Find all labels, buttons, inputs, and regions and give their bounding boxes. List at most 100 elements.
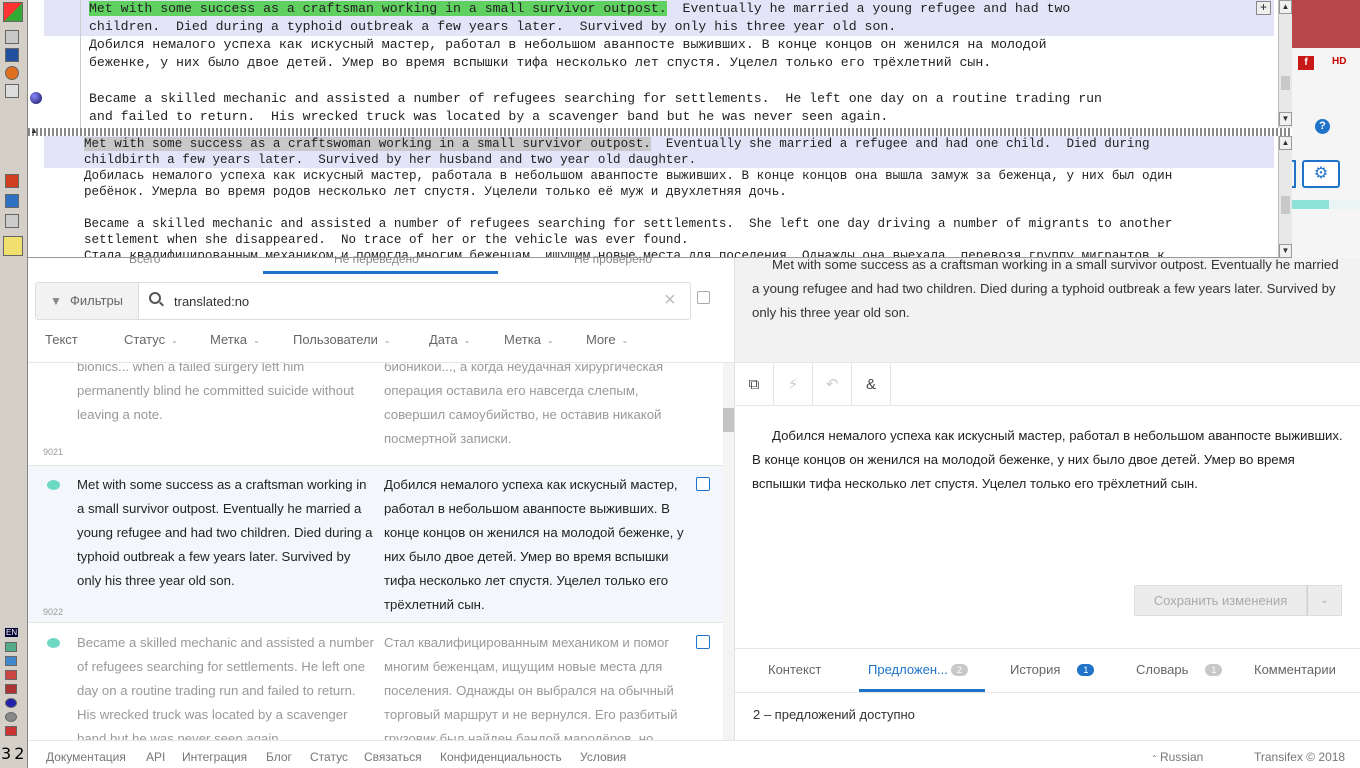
facet-date[interactable]: Дата ⌄ xyxy=(429,332,471,347)
button-edge[interactable] xyxy=(1292,160,1296,188)
copy-source-icon[interactable]: ⧉ xyxy=(735,363,774,406)
facet-text[interactable]: Текст xyxy=(45,332,78,347)
facet-tag[interactable]: Метка ⌄ xyxy=(210,332,260,347)
tab-suggestions[interactable]: Предложен... 2 xyxy=(868,662,968,677)
tab-unreviewed[interactable]: Не проверено xyxy=(574,256,652,266)
save-icon[interactable] xyxy=(5,48,19,62)
editor-bottom-pane[interactable]: Met with some success as a craftswoman w… xyxy=(28,136,1292,257)
network-icon[interactable] xyxy=(5,194,19,208)
facet-more[interactable]: More ⌄ xyxy=(586,332,628,347)
settings-gear-icon[interactable]: ⚙ xyxy=(1302,160,1340,188)
app-icon[interactable] xyxy=(5,30,19,44)
scroll-down-icon[interactable]: ▼ xyxy=(1279,112,1292,126)
source-string: Met with some success as a craftsman wor… xyxy=(77,477,373,588)
editor-top-pane[interactable]: Met with some success as a craftsman wor… xyxy=(28,0,1292,128)
list-item[interactable]: Became a skilled mechanic and assisted a… xyxy=(28,624,723,740)
tab-glossary[interactable]: Словарь 1 xyxy=(1136,662,1223,677)
editor-line: Met with some success as a craftswoman w… xyxy=(84,136,1150,152)
document-icon[interactable] xyxy=(5,84,19,98)
editor-bottom-scrollbar[interactable]: ▲ ▼ xyxy=(1278,136,1292,257)
string-detail-panel: Met with some success as a craftsman wor… xyxy=(734,257,1360,740)
editor-top-scrollbar[interactable]: ▲ ▼ xyxy=(1278,0,1292,128)
translation-editor[interactable]: Добился немалого успеха как искусный мас… xyxy=(752,424,1347,496)
taskbar: EN 3 2 xyxy=(0,0,28,768)
footer-link-contact[interactable]: Связаться xyxy=(364,750,422,764)
lightning-icon[interactable]: ⚡ xyxy=(774,363,813,406)
tray-icon[interactable] xyxy=(5,698,17,708)
footer-link-privacy[interactable]: Конфиденциальность xyxy=(440,750,562,764)
filters-button[interactable]: ▼ Фильтры xyxy=(36,283,139,319)
search-icon xyxy=(149,292,161,304)
notes-icon[interactable] xyxy=(3,236,23,256)
language-label: Russian xyxy=(1159,750,1204,764)
line-text: and failed to return. His wrecked truck … xyxy=(89,109,889,124)
tab-context[interactable]: Контекст xyxy=(768,662,821,677)
facet-tag-2[interactable]: Метка ⌄ xyxy=(504,332,554,347)
translation-string: Добился немалого успеха как искусный мас… xyxy=(384,477,684,612)
firefox-icon[interactable] xyxy=(5,66,19,80)
facet-label: Метка xyxy=(210,332,247,347)
clear-search-icon[interactable]: × xyxy=(664,289,676,311)
row-checkbox[interactable] xyxy=(696,477,710,491)
text-editor-icon[interactable] xyxy=(5,214,19,228)
tray-icon[interactable] xyxy=(5,726,17,736)
select-all-checkbox[interactable] xyxy=(697,291,710,304)
clock[interactable]: 3 2 xyxy=(1,744,27,763)
facet-users[interactable]: Пользователи ⌄ xyxy=(293,332,391,347)
row-checkbox[interactable] xyxy=(696,635,710,649)
pane-splitter[interactable] xyxy=(28,128,1292,136)
tray-icon[interactable] xyxy=(5,670,17,680)
text-editor[interactable]: Met with some success as a craftsman wor… xyxy=(28,0,1292,258)
tray-icon[interactable] xyxy=(5,712,17,722)
special-chars-icon[interactable]: & xyxy=(852,363,891,406)
editor-line: settlement when she disappeared. No trac… xyxy=(84,232,689,248)
save-options-chevron-icon[interactable]: ⌄ xyxy=(1307,585,1342,616)
string-id: 9021 xyxy=(43,447,64,457)
translation-string: Стал квалифицированным механиком и помог… xyxy=(384,635,678,740)
translation-string: бионикой..., а когда неудачная хирургиче… xyxy=(384,363,664,446)
facet-label: Текст xyxy=(45,332,78,347)
tab-all[interactable]: Всего xyxy=(129,256,160,266)
facet-label: More xyxy=(586,332,616,347)
facet-label: Статус xyxy=(124,332,166,347)
tray-icon[interactable] xyxy=(5,684,17,694)
footer-link-terms[interactable]: Условия xyxy=(580,750,626,764)
undo-icon[interactable]: ↶ xyxy=(813,363,852,406)
flash-icon[interactable]: f xyxy=(1298,56,1314,70)
footer-link-api[interactable]: API xyxy=(146,750,165,764)
footer-link-integration[interactable]: Интеграция xyxy=(182,750,247,764)
history-count-badge: 1 xyxy=(1077,664,1095,676)
browser-icon[interactable] xyxy=(5,174,19,188)
keyboard-layout-indicator[interactable]: EN xyxy=(5,628,19,637)
bookmark-marker-icon[interactable] xyxy=(30,92,42,104)
scroll-up-icon[interactable]: ▲ xyxy=(1279,0,1292,14)
language-selector[interactable]: ⌃ Russian xyxy=(1151,750,1203,764)
tray-icon[interactable] xyxy=(5,656,17,666)
list-item[interactable]: Met with some success as a craftsman wor… xyxy=(28,466,723,623)
editor-line: беженке, у них было двое детей. Умер во … xyxy=(89,54,991,72)
selected-text: Met with some success as a craftsman wor… xyxy=(89,1,667,16)
save-changes-button[interactable]: Сохранить изменения xyxy=(1134,585,1307,616)
scroll-up-icon[interactable]: ▲ xyxy=(1279,136,1292,150)
scrollbar-thumb[interactable] xyxy=(1281,196,1290,214)
help-icon[interactable]: ? xyxy=(1315,119,1330,134)
plus-button[interactable]: + xyxy=(1256,1,1271,15)
editor-line: and failed to return. His wrecked truck … xyxy=(89,108,888,126)
chevron-down-icon: ⌄ xyxy=(621,336,629,346)
start-icon[interactable] xyxy=(3,2,23,22)
footer-link-blog[interactable]: Блог xyxy=(266,750,292,764)
facet-status[interactable]: Статус ⌄ xyxy=(124,332,178,347)
list-item[interactable]: bionics... when a failed surgery left hi… xyxy=(28,363,723,466)
hd-icon[interactable]: HD xyxy=(1332,56,1354,70)
list-scrollbar-thumb[interactable] xyxy=(723,408,734,432)
footer-link-status[interactable]: Статус xyxy=(310,750,348,764)
tab-untranslated[interactable]: Не переведено xyxy=(334,256,419,266)
search-input[interactable] xyxy=(174,290,654,312)
tab-comments[interactable]: Комментарии xyxy=(1254,662,1336,677)
tray-icon[interactable] xyxy=(5,642,17,652)
chevron-down-icon: ⌄ xyxy=(383,336,391,346)
footer-link-docs[interactable]: Документация xyxy=(46,750,126,764)
collapse-arrow-icon[interactable]: ▲ xyxy=(30,126,38,135)
tab-history[interactable]: История 1 xyxy=(1010,662,1095,677)
scrollbar-thumb[interactable] xyxy=(1281,76,1290,90)
